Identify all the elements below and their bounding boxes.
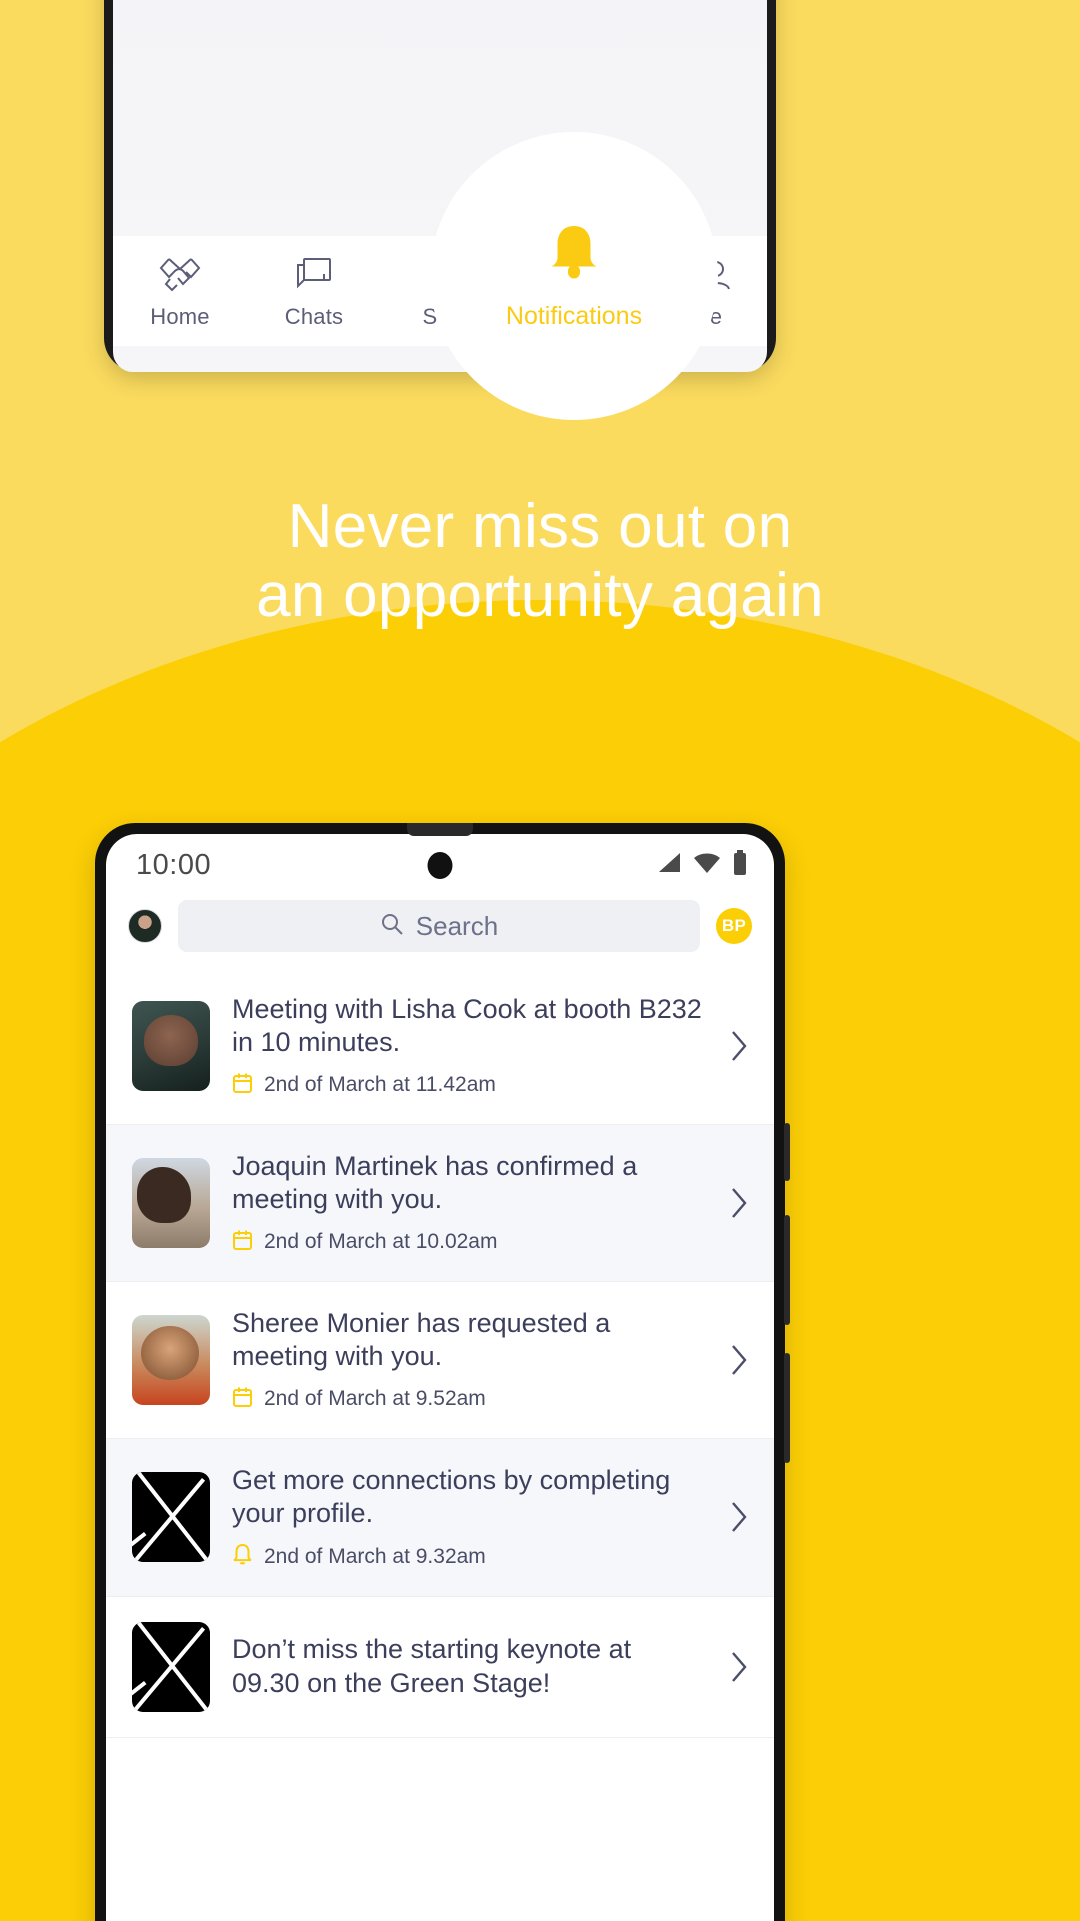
notification-list: Meeting with Lisha Cook at booth B232 in…	[106, 968, 774, 1738]
tab-chats-label: Chats	[284, 303, 344, 329]
list-item[interactable]: Get more connections by completing your …	[106, 1438, 774, 1597]
list-item-meta: 2nd of March at 10.02am	[232, 1229, 706, 1256]
list-item[interactable]: Sheree Monier has requested a meeting wi…	[106, 1282, 774, 1439]
list-item[interactable]: Meeting with Lisha Cook at booth B232 in…	[106, 968, 774, 1125]
headline-line-1: Never miss out on	[287, 492, 793, 561]
list-item-title: Sheree Monier has requested a meeting wi…	[232, 1307, 611, 1372]
tab-home-label: Home	[150, 303, 210, 329]
calendar-icon	[232, 1229, 253, 1256]
chevron-right-icon[interactable]	[728, 1185, 750, 1221]
spotlight-label: Notifications	[505, 302, 643, 330]
bottom-phone-mockup: 10:00 Search BP Meeting with Lisha Cook …	[95, 823, 790, 1921]
list-item-meta: 2nd of March at 9.32am	[232, 1543, 706, 1571]
list-item-meta: 2nd of March at 9.52am	[232, 1386, 706, 1413]
search-icon	[380, 912, 404, 941]
list-item-thumbnail	[132, 1472, 210, 1563]
list-item[interactable]: Joaquin Martinek has confirmed a meeting…	[106, 1124, 774, 1282]
list-item-title: Get more connections by completing your …	[232, 1464, 671, 1529]
calendar-icon	[232, 1386, 253, 1413]
list-item-thumbnail	[132, 1621, 210, 1712]
list-item-body: Joaquin Martinek has confirmed a meeting…	[232, 1150, 706, 1256]
list-item-time: 2nd of March at 10.02am	[264, 1230, 498, 1254]
bottom-phone-screen: 10:00 Search BP Meeting with Lisha Cook …	[106, 834, 774, 1921]
list-item-title: Meeting with Lisha Cook at booth B232 in…	[232, 994, 702, 1058]
status-badge[interactable]: BP	[716, 908, 752, 944]
list-item-body: Don’t miss the starting keynote at 09.30…	[232, 1633, 706, 1700]
page-title: Never miss out on an opportunity again	[0, 492, 1080, 631]
list-item-thumbnail	[132, 1314, 210, 1405]
phone-side-button-volume-down	[784, 1353, 790, 1463]
chevron-right-icon[interactable]	[728, 1649, 750, 1685]
tab-home[interactable]: Home	[113, 253, 247, 330]
chevron-right-icon[interactable]	[728, 1499, 750, 1535]
search-placeholder: Search	[415, 910, 499, 941]
list-item-time: 2nd of March at 9.52am	[264, 1387, 486, 1411]
tab-chats[interactable]: Chats	[247, 253, 381, 330]
front-camera-punchhole	[427, 851, 453, 879]
phone-notch	[407, 823, 473, 836]
list-item-body: Sheree Monier has requested a meeting wi…	[232, 1307, 706, 1413]
bell-icon	[541, 221, 607, 290]
list-item-thumbnail	[132, 1000, 210, 1091]
phone-side-button-volume-up	[784, 1215, 790, 1325]
list-item-time: 2nd of March at 9.32am	[264, 1544, 486, 1568]
phone-side-button-power	[784, 1123, 790, 1181]
handshake-icon	[158, 253, 202, 297]
list-item-title: Joaquin Martinek has confirmed a meeting…	[232, 1150, 638, 1215]
list-item-thumbnail	[132, 1157, 210, 1248]
chevron-right-icon[interactable]	[728, 1028, 750, 1064]
signal-icon	[656, 851, 682, 880]
list-item-time: 2nd of March at 11.42am	[264, 1073, 496, 1097]
status-clock: 10:00	[136, 848, 212, 881]
headline-line-2: an opportunity again	[256, 561, 824, 631]
status-icon-group	[656, 849, 748, 881]
battery-icon	[732, 849, 748, 881]
chevron-right-icon[interactable]	[728, 1342, 750, 1378]
list-item-body: Meeting with Lisha Cook at booth B232 in…	[232, 993, 706, 1099]
search-input[interactable]: Search	[178, 900, 700, 952]
list-item-meta: 2nd of March at 11.42am	[232, 1072, 706, 1099]
list-item[interactable]: Don’t miss the starting keynote at 09.30…	[106, 1597, 774, 1738]
avatar[interactable]	[128, 909, 162, 943]
list-item-title: Don’t miss the starting keynote at 09.30…	[232, 1634, 632, 1698]
bell-icon	[232, 1543, 253, 1571]
status-bar: 10:00	[106, 834, 774, 896]
wifi-icon	[693, 851, 721, 880]
notifications-spotlight-highlight: Notifications	[430, 132, 718, 420]
app-header: Search BP	[106, 896, 774, 968]
list-item-body: Get more connections by completing your …	[232, 1464, 706, 1571]
calendar-icon	[232, 1072, 253, 1099]
chat-bubbles-icon	[292, 253, 336, 297]
